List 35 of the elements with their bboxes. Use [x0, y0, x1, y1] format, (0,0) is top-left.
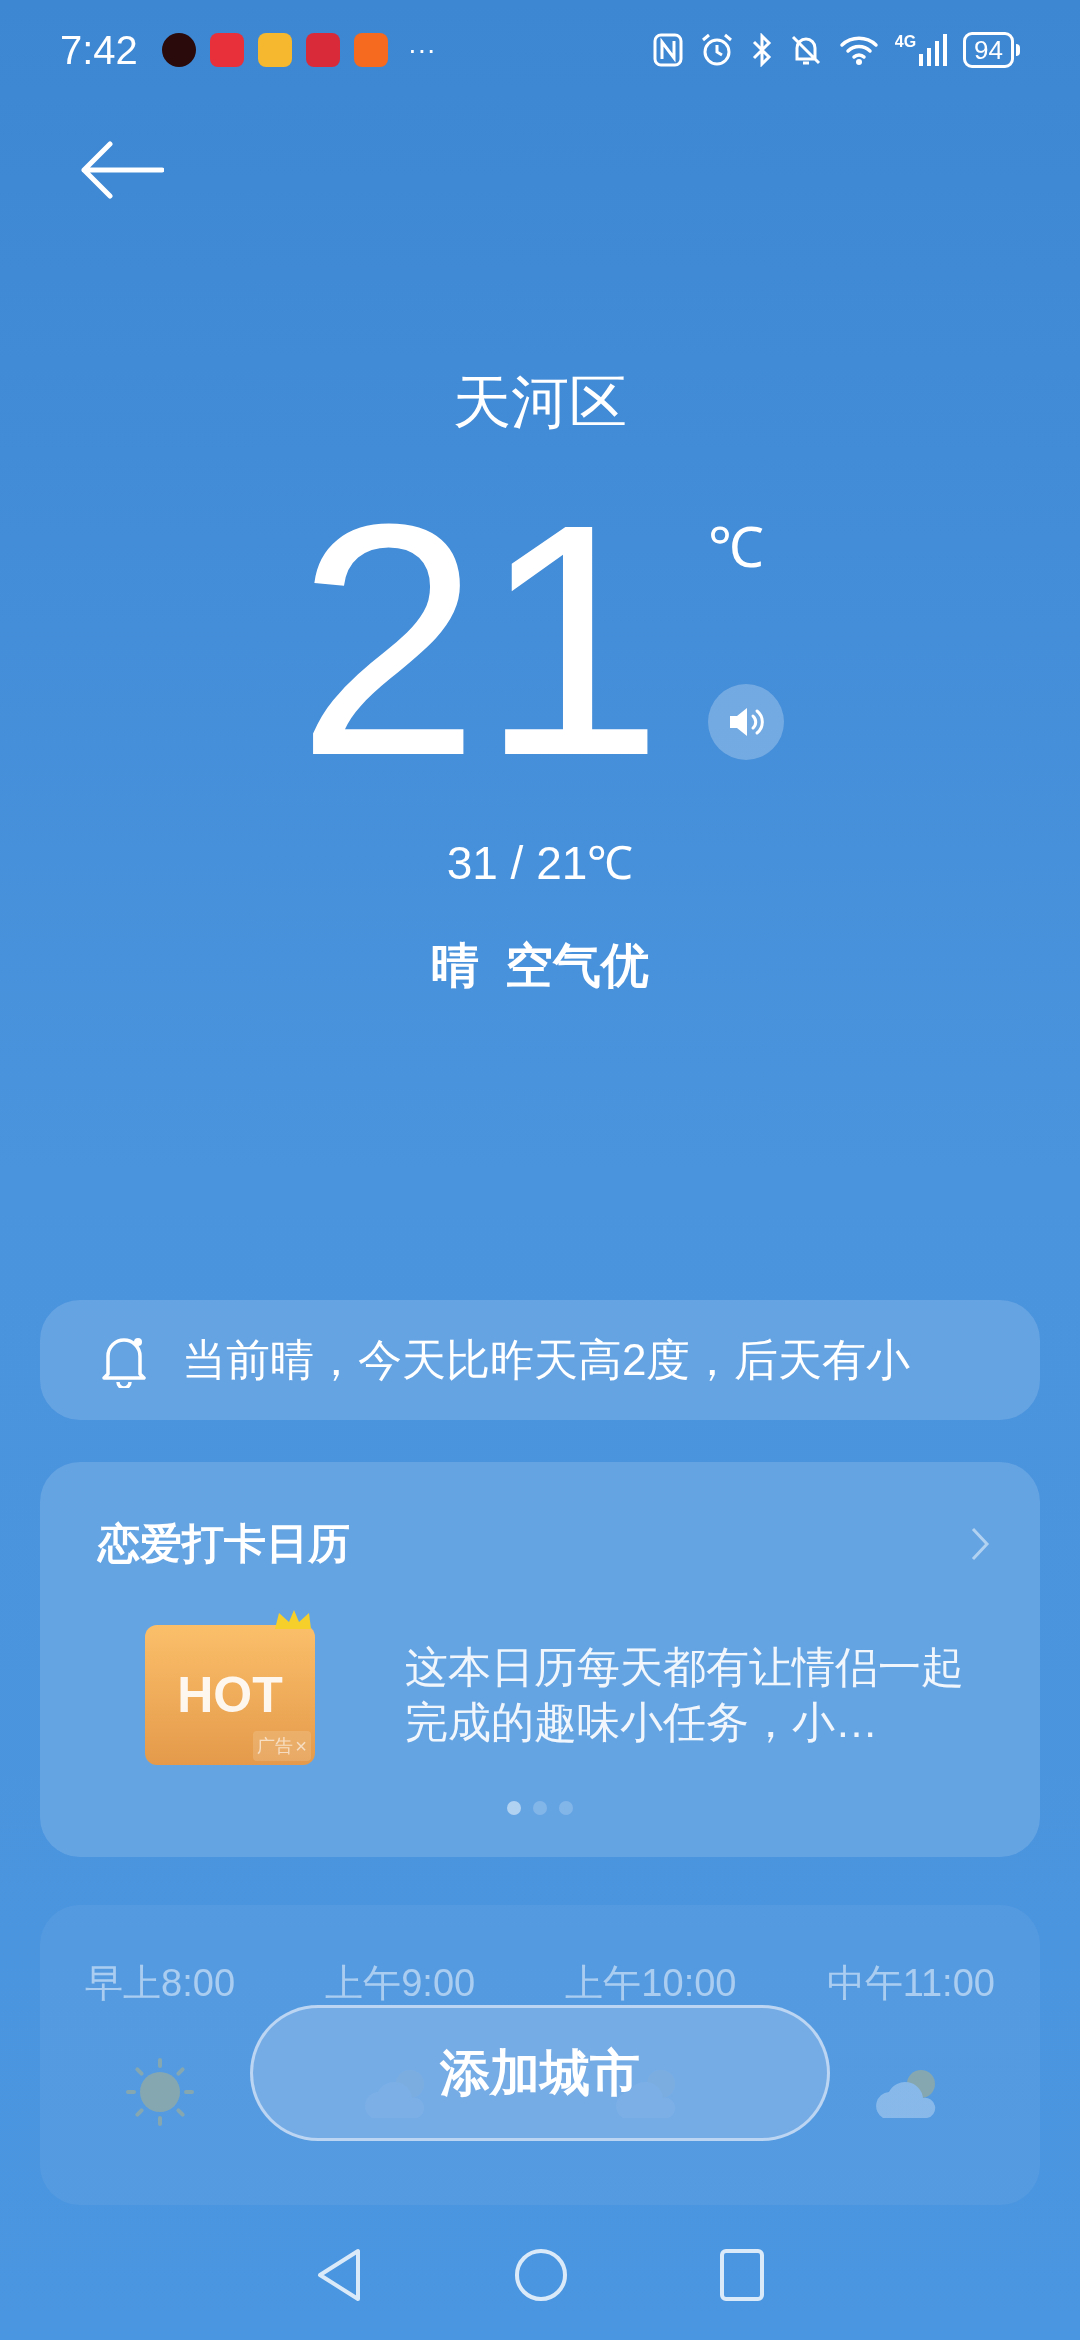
weather-notice[interactable]: 当前晴，今天比昨天高2度，后天有小 — [40, 1300, 1040, 1420]
signal-icon — [919, 34, 948, 66]
notice-text: 当前晴，今天比昨天高2度，后天有小 — [182, 1334, 911, 1386]
app-icon — [257, 33, 292, 67]
avatar-icon — [161, 33, 196, 67]
wifi-icon — [838, 34, 879, 66]
hour-time: 上午10:00 — [565, 1961, 737, 2006]
bluetooth-icon — [750, 33, 773, 67]
hour-time: 中午11:00 — [826, 1961, 995, 2006]
ad-description: 这本日历每天都有让情侣一起完成的趣味小任务，小… — [405, 1642, 965, 1748]
city-name: 天河区 — [453, 370, 627, 434]
current-temperature: 21 — [296, 490, 664, 790]
ad-close[interactable]: × — [295, 1731, 307, 1761]
app-icon — [209, 33, 244, 67]
ad-label: 广告 — [257, 1734, 294, 1758]
clock: 7:42 — [60, 27, 138, 74]
recents-nav-icon[interactable] — [717, 2247, 766, 2303]
app-icon — [305, 33, 340, 67]
network-type: 4G — [894, 34, 917, 50]
chevron-right-icon[interactable] — [970, 1525, 990, 1562]
home-nav-icon[interactable] — [513, 2247, 569, 2303]
hour-time: 上午9:00 — [325, 1961, 476, 2006]
battery: 94 — [963, 32, 1014, 68]
temperature-unit: ℃ — [707, 520, 764, 576]
weather-condition: 晴 空气优 — [430, 938, 650, 994]
back-arrow-icon[interactable] — [80, 140, 164, 200]
crown-icon — [273, 1609, 313, 1631]
add-city-button[interactable]: 添加城市 — [250, 2005, 830, 2141]
app-icon — [353, 33, 388, 67]
more-notifications: ··· — [407, 33, 436, 67]
card-title: 恋爱打卡日历 — [98, 1519, 350, 1569]
hour-time: 早上8:00 — [85, 1961, 236, 2006]
temperature-range: 31 / 21℃ — [446, 836, 634, 891]
nfc-icon — [652, 33, 683, 67]
ad-card[interactable]: 恋爱打卡日历 HOT 广告× 这本日历每天都有让情侣一起完成的趣味小任务，小… — [40, 1462, 1040, 1857]
